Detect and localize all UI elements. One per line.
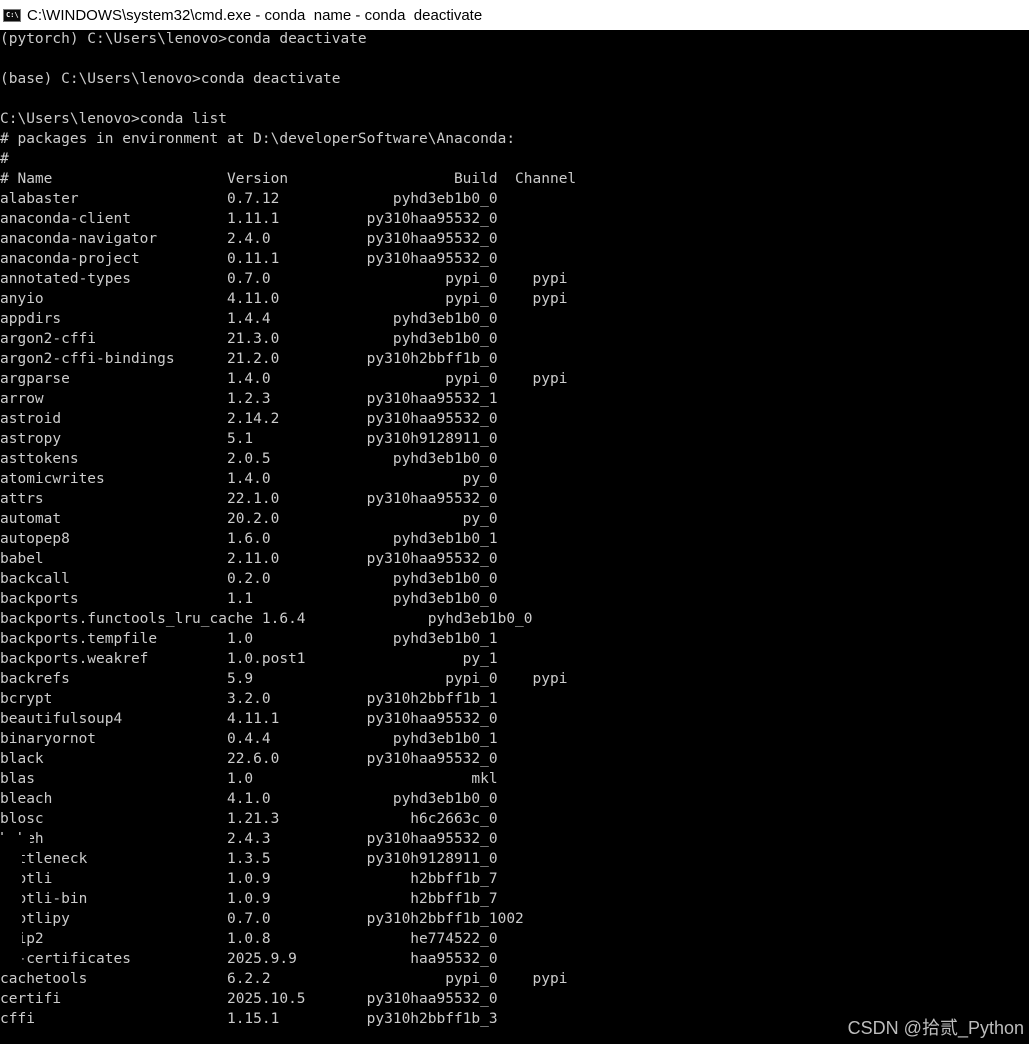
console-line: bottleneck 1.3.5 py310h9128911_0 xyxy=(0,851,498,867)
console-line: backcall 0.2.0 pyhd3eb1b0_0 xyxy=(0,571,498,587)
console-line: # packages in environment at D:\develope… xyxy=(0,131,516,147)
window-title: C:\WINDOWS\system32\cmd.exe - conda name… xyxy=(27,6,483,24)
occlusion-mark xyxy=(0,840,22,968)
console-line: beautifulsoup4 4.11.1 py310haa95532_0 xyxy=(0,711,498,727)
console-line: backports 1.1 pyhd3eb1b0_0 xyxy=(0,591,498,607)
console-line: # Name Version Build Channel xyxy=(0,171,577,187)
console-line: # xyxy=(0,151,9,167)
console-line: bleach 4.1.0 pyhd3eb1b0_0 xyxy=(0,791,498,807)
console-line: argparse 1.4.0 pypi_0 pypi xyxy=(0,371,568,387)
console-line: argon2-cffi 21.3.0 pyhd3eb1b0_0 xyxy=(0,331,498,347)
console-line: brotli 1.0.9 h2bbff1b_7 xyxy=(0,871,498,887)
console-line: bcrypt 3.2.0 py310h2bbff1b_1 xyxy=(0,691,498,707)
console-line: anyio 4.11.0 pypi_0 pypi xyxy=(0,291,568,307)
console-line: bokeh 2.4.3 py310haa95532_0 xyxy=(0,831,498,847)
console-line: backports.functools_lru_cache 1.6.4 pyhd… xyxy=(0,611,533,627)
console-line: brotli-bin 1.0.9 h2bbff1b_7 xyxy=(0,891,498,907)
console-line: anaconda-project 0.11.1 py310haa95532_0 xyxy=(0,251,498,267)
console-line: anaconda-client 1.11.1 py310haa95532_0 xyxy=(0,211,498,227)
console-line: bzip2 1.0.8 he774522_0 xyxy=(0,931,498,947)
console-line: backports.tempfile 1.0 pyhd3eb1b0_1 xyxy=(0,631,498,647)
console-line: (base) C:\Users\lenovo>conda deactivate xyxy=(0,71,341,87)
console-line: ca-certificates 2025.9.9 haa95532_0 xyxy=(0,951,498,967)
console-line: anaconda-navigator 2.4.0 py310haa95532_0 xyxy=(0,231,498,247)
console-line: atomicwrites 1.4.0 py_0 xyxy=(0,471,498,487)
console-line: C:\Users\lenovo>conda list xyxy=(0,111,227,127)
console-line: autopep8 1.6.0 pyhd3eb1b0_1 xyxy=(0,531,498,547)
console-line: backports.weakref 1.0.post1 py_1 xyxy=(0,651,498,667)
console-line: appdirs 1.4.4 pyhd3eb1b0_0 xyxy=(0,311,498,327)
console-line: brotlipy 0.7.0 py310h2bbff1b_1002 xyxy=(0,911,524,927)
console-line: attrs 22.1.0 py310haa95532_0 xyxy=(0,491,498,507)
console-output[interactable]: (pytorch) C:\Users\lenovo>conda deactiva… xyxy=(0,29,1029,1044)
console-line: astropy 5.1 py310h9128911_0 xyxy=(0,431,498,447)
console-line: babel 2.11.0 py310haa95532_0 xyxy=(0,551,498,567)
watermark: CSDN @拾贰_Python xyxy=(847,1018,1024,1038)
console-line: cachetools 6.2.2 pypi_0 pypi xyxy=(0,971,568,987)
console-line: arrow 1.2.3 py310haa95532_1 xyxy=(0,391,498,407)
console-line: automat 20.2.0 py_0 xyxy=(0,511,498,527)
console-line: certifi 2025.10.5 py310haa95532_0 xyxy=(0,991,498,1007)
console-line: annotated-types 0.7.0 pypi_0 pypi xyxy=(0,271,568,287)
console-line: (pytorch) C:\Users\lenovo>conda deactiva… xyxy=(0,31,367,47)
console-line: alabaster 0.7.12 pyhd3eb1b0_0 xyxy=(0,191,498,207)
console-line: black 22.6.0 py310haa95532_0 xyxy=(0,751,498,767)
console-line: blosc 1.21.3 h6c2663c_0 xyxy=(0,811,498,827)
title-bar: C:\ C:\WINDOWS\system32\cmd.exe - conda … xyxy=(0,0,1029,30)
console-line: backrefs 5.9 pypi_0 pypi xyxy=(0,671,568,687)
console-line: astroid 2.14.2 py310haa95532_0 xyxy=(0,411,498,427)
console-line: argon2-cffi-bindings 21.2.0 py310h2bbff1… xyxy=(0,351,498,367)
console-line: binaryornot 0.4.4 pyhd3eb1b0_1 xyxy=(0,731,498,747)
console-line: asttokens 2.0.5 pyhd3eb1b0_0 xyxy=(0,451,498,467)
cmd-icon: C:\ xyxy=(3,8,21,22)
console-line: blas 1.0 mkl xyxy=(0,771,498,787)
